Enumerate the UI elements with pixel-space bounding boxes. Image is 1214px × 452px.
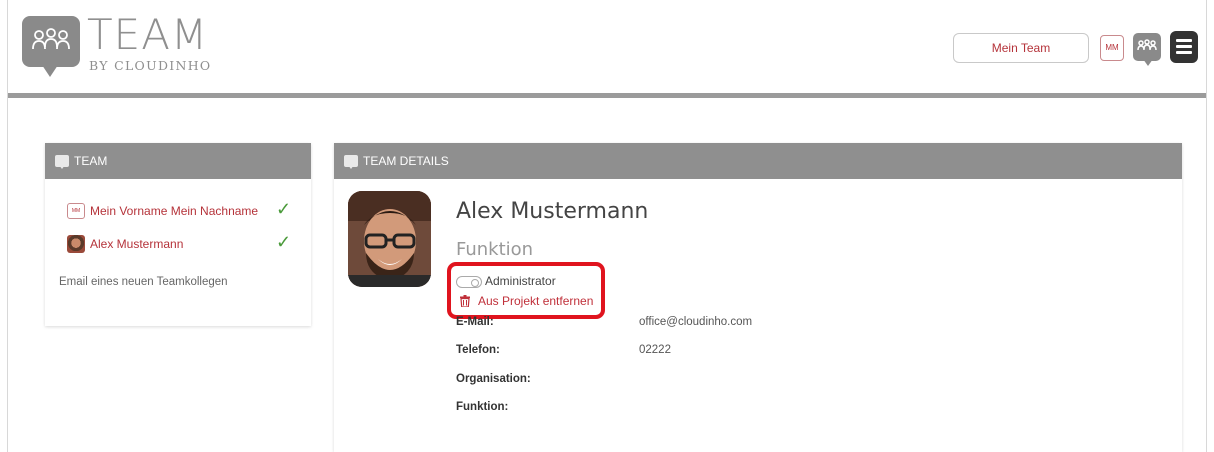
chat-bubble-icon bbox=[55, 155, 69, 169]
phone-label: Telefon: bbox=[456, 344, 500, 356]
member-badge: MM bbox=[67, 203, 85, 219]
team-icon[interactable] bbox=[1133, 33, 1161, 66]
highlight-box bbox=[447, 262, 605, 319]
my-team-button[interactable]: Mein Team bbox=[953, 33, 1089, 63]
details-panel-header: TEAM DETAILS bbox=[334, 143, 1182, 179]
app-header: TEAM BY CLOUDINHO Mein Team MM bbox=[8, 0, 1206, 93]
member-full-name: Alex Mustermann bbox=[456, 199, 649, 224]
header-divider bbox=[8, 93, 1206, 98]
invite-email-input[interactable]: Email eines neuen Teamkollegen bbox=[59, 276, 228, 288]
team-member-item[interactable]: MM Mein Vorname Mein Nachname bbox=[67, 201, 258, 221]
chat-bubble-icon bbox=[344, 155, 358, 169]
team-icon-tail bbox=[1143, 59, 1153, 66]
profile-photo bbox=[348, 191, 431, 287]
member-avatar bbox=[67, 235, 85, 253]
details-panel-title: TEAM DETAILS bbox=[363, 154, 449, 168]
user-initials-button[interactable]: MM bbox=[1100, 35, 1124, 61]
checkmark-icon: ✓ bbox=[276, 199, 292, 219]
team-people-small-icon bbox=[1137, 39, 1157, 51]
phone-value: 02222 bbox=[639, 344, 671, 356]
team-people-icon bbox=[32, 28, 70, 50]
email-value: office@cloudinho.com bbox=[639, 316, 753, 328]
logo-tail bbox=[42, 65, 58, 77]
team-member-item[interactable]: Alex Mustermann bbox=[67, 234, 183, 254]
logo-title: TEAM bbox=[87, 10, 209, 59]
team-panel-title: TEAM bbox=[74, 154, 108, 168]
member-name: Alex Mustermann bbox=[90, 237, 184, 251]
checkmark-icon: ✓ bbox=[276, 232, 292, 252]
function-label: Funktion: bbox=[456, 401, 509, 413]
team-details-panel: TEAM DETAILS Alex Mustermann Funktion Ad… bbox=[334, 143, 1182, 452]
team-panel-header: TEAM bbox=[45, 143, 311, 179]
hamburger-menu-icon[interactable] bbox=[1170, 31, 1198, 63]
avatar bbox=[348, 191, 431, 287]
team-logo-icon[interactable] bbox=[22, 16, 80, 77]
member-name: Mein Vorname Mein Nachname bbox=[90, 204, 259, 218]
organisation-label: Organisation: bbox=[456, 373, 531, 385]
team-panel: TEAM MM Mein Vorname Mein Nachname ✓ Ale… bbox=[45, 143, 311, 326]
email-label: E-Mail: bbox=[456, 316, 494, 328]
function-heading: Funktion bbox=[456, 239, 534, 260]
app-frame: TEAM BY CLOUDINHO Mein Team MM TEAM MM M… bbox=[7, 0, 1207, 452]
logo-subtitle: BY CLOUDINHO bbox=[89, 58, 212, 73]
